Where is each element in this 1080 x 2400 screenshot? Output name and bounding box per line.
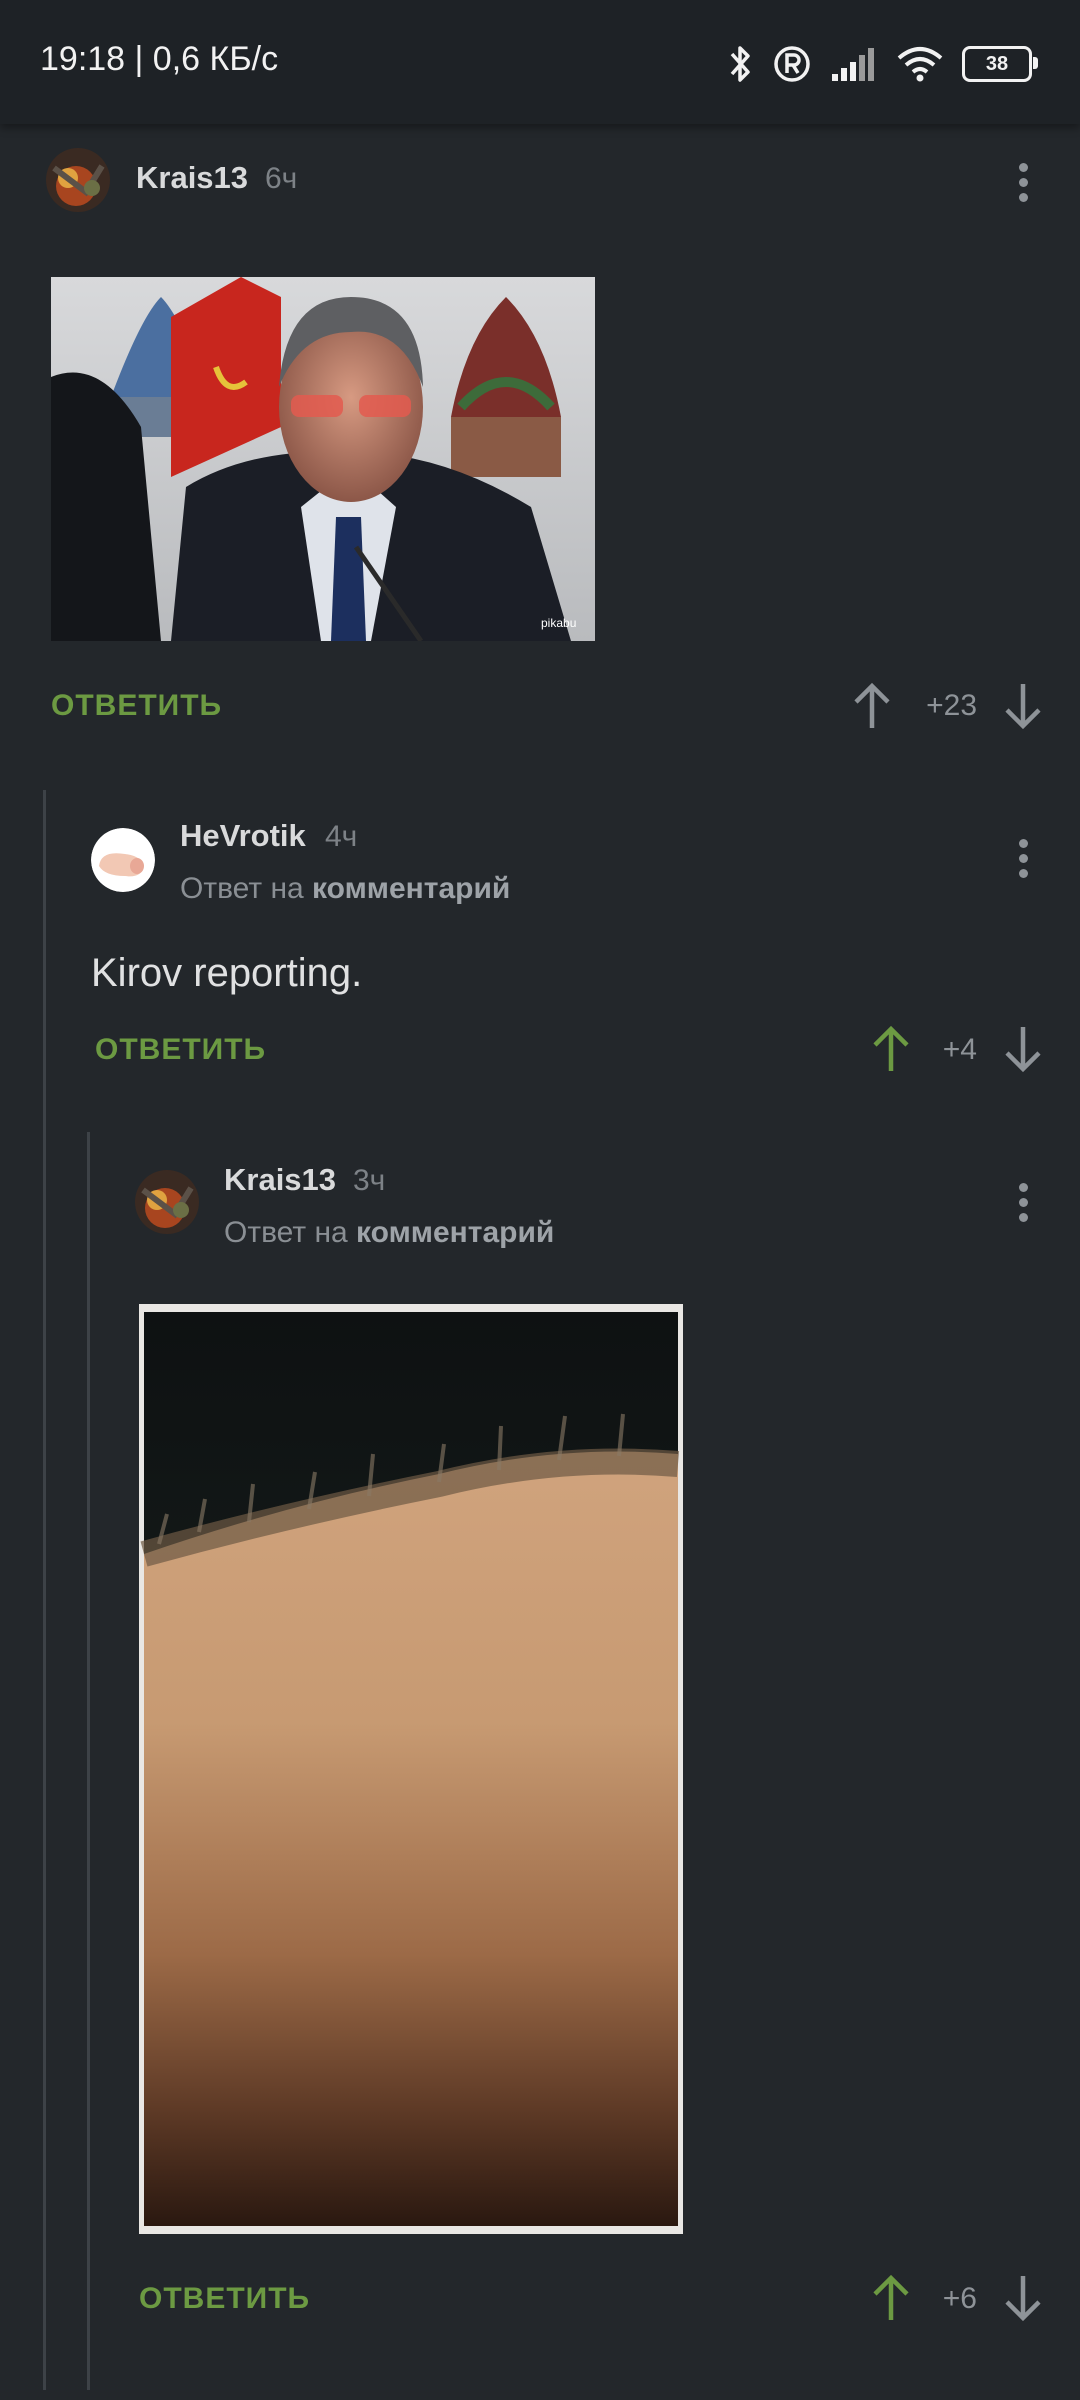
avatar[interactable] (46, 148, 110, 212)
reply-button[interactable]: ОТВЕТИТЬ (139, 2282, 310, 2316)
reply-to-label: Ответ на комментарий (224, 1216, 554, 1250)
upvote-arrow-icon[interactable] (852, 682, 892, 730)
author-name[interactable]: HeVrotik (180, 818, 306, 854)
comment-image[interactable]: pikabu (51, 277, 595, 641)
downvote-arrow-icon[interactable] (1003, 2274, 1043, 2322)
reply-to-prefix: Ответ на (224, 1216, 357, 1249)
author-name[interactable]: Krais13 (136, 160, 248, 196)
thread-line[interactable] (43, 790, 46, 2390)
comment-score: +6 (942, 2282, 977, 2315)
signal-icon (832, 48, 874, 81)
svg-text:pikabu: pikabu (541, 616, 576, 630)
downvote-arrow-icon[interactable] (1003, 1025, 1043, 1073)
downvote-arrow-icon[interactable] (1003, 682, 1043, 730)
comment-image[interactable] (139, 1304, 683, 2234)
status-icons: 38 (728, 38, 1038, 90)
battery-level: 38 (985, 52, 1009, 75)
reply-button[interactable]: ОТВЕТИТЬ (51, 689, 222, 723)
reply-to-prefix: Ответ на (180, 872, 313, 905)
comment-text: Kirov reporting. (91, 951, 363, 995)
reply-button[interactable]: ОТВЕТИТЬ (95, 1033, 266, 1067)
battery-icon: 38 (962, 46, 1038, 82)
comment-score: +4 (942, 1033, 977, 1066)
avatar[interactable] (91, 828, 155, 892)
reply-to-link[interactable]: комментарий (312, 872, 510, 905)
comment-time: 4ч (325, 820, 358, 853)
reply-to-link[interactable]: комментарий (356, 1216, 554, 1249)
more-menu-icon[interactable] (1008, 1178, 1038, 1222)
thread-line[interactable] (87, 1132, 90, 2390)
bluetooth-icon (730, 46, 750, 82)
registered-icon (774, 46, 810, 82)
wifi-icon (897, 47, 943, 82)
status-time: 19:18 | 0,6 КБ/с (40, 40, 279, 78)
avatar[interactable] (135, 1170, 199, 1234)
status-bar: 19:18 | 0,6 КБ/с 38 (0, 0, 1080, 124)
author-name[interactable]: Krais13 (224, 1162, 336, 1198)
comment-score: +23 (926, 689, 977, 722)
more-menu-icon[interactable] (1008, 158, 1038, 202)
more-menu-icon[interactable] (1008, 834, 1038, 878)
reply-to-label: Ответ на комментарий (180, 872, 510, 906)
comment-time: 3ч (353, 1164, 386, 1197)
comment-time: 6ч (265, 162, 298, 195)
